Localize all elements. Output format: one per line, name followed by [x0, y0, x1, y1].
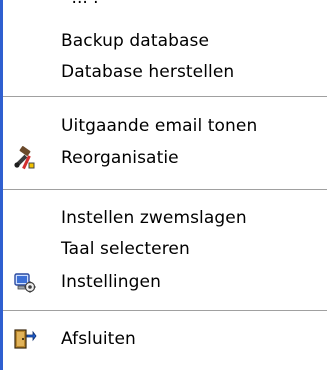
- partial-top-text: - ... .-: [60, 0, 105, 8]
- menu-item-database-herstellen[interactable]: Database herstellen: [3, 55, 327, 89]
- menu-separator: [3, 310, 327, 312]
- exit-door-icon: [11, 326, 37, 352]
- menu-item-label: Instellingen: [61, 272, 161, 292]
- menu-item-label: Instellen zwemslagen: [61, 208, 247, 228]
- menu-item-uitgaande-email-tonen[interactable]: Uitgaande email tonen: [3, 109, 327, 143]
- menu-item-label: Backup database: [61, 31, 210, 51]
- menu-item-label: Database herstellen: [61, 62, 235, 82]
- menu-item-instellingen[interactable]: Instellingen: [3, 265, 327, 299]
- menu-separator: [3, 189, 327, 191]
- context-menu: - ... .- Backup database Database herste…: [0, 0, 327, 370]
- menu-item-afsluiten[interactable]: Afsluiten: [3, 322, 327, 356]
- tools-icon: [11, 145, 37, 171]
- menu-item-label: Afsluiten: [61, 329, 136, 349]
- menu-item-taal-selecteren[interactable]: Taal selecteren: [3, 232, 327, 266]
- menu-item-label: Reorganisatie: [61, 148, 179, 168]
- menu-item-reorganisatie[interactable]: Reorganisatie: [3, 141, 327, 175]
- menu-item-backup-database[interactable]: Backup database: [3, 24, 327, 58]
- settings-icon: [11, 269, 37, 295]
- menu-item-instellen-zwemslagen[interactable]: Instellen zwemslagen: [3, 201, 327, 235]
- menu-item-label: Uitgaande email tonen: [61, 116, 258, 136]
- menu-separator: [3, 96, 327, 98]
- menu-item-label: Taal selecteren: [61, 239, 190, 259]
- menu-partial-top-item: - ... .-: [0, 0, 327, 18]
